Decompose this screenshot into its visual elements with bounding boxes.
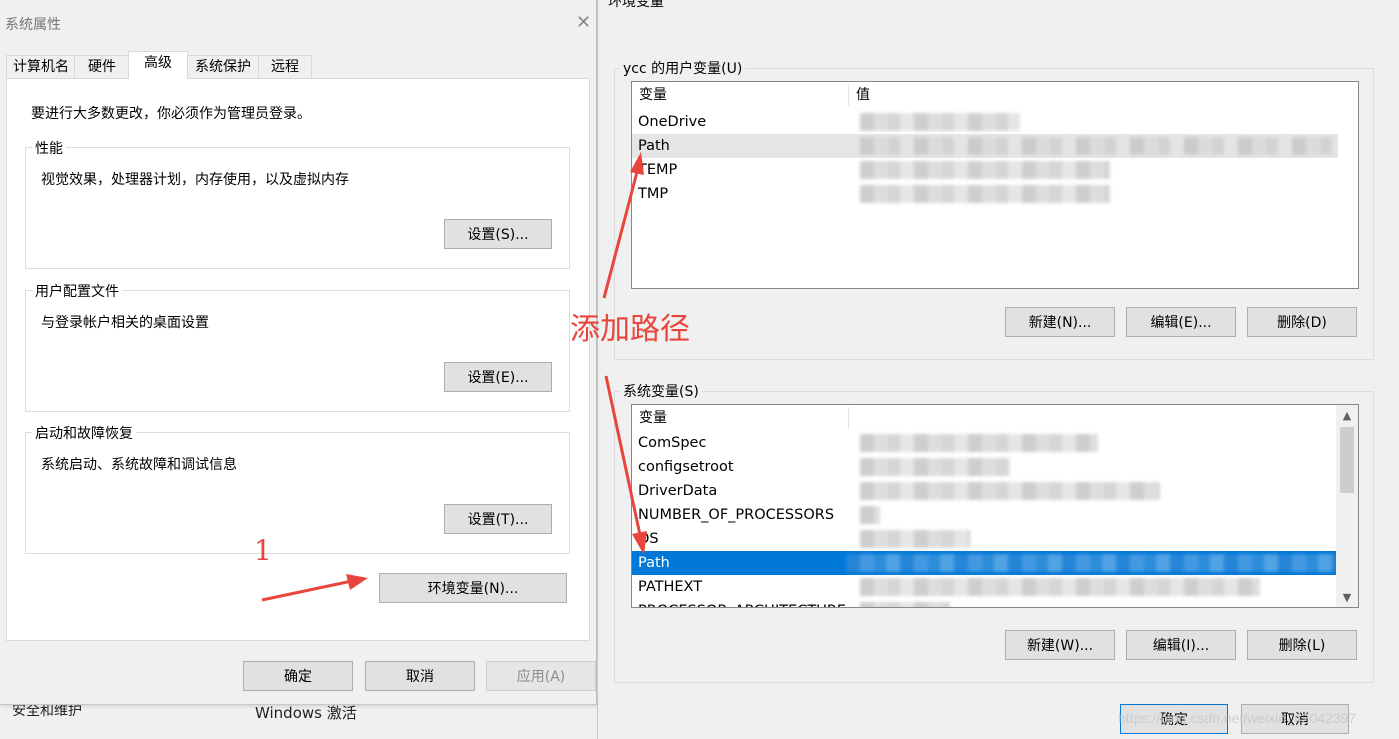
user-variables-legend: ycc 的用户变量(U) — [620, 58, 746, 78]
variable-name: Path — [638, 138, 670, 154]
system-variables-list[interactable]: 变量 ComSpec configsetroot DriverData NUMB… — [631, 404, 1359, 608]
column-divider — [848, 407, 849, 429]
tab-remote[interactable]: 远程 — [258, 55, 312, 78]
system-variables-legend: 系统变量(S) — [620, 381, 702, 401]
annotation-callout-text: 添加路径 — [570, 312, 690, 347]
list-item[interactable]: OneDrive — [632, 110, 1338, 134]
admin-note: 要进行大多数更改，你必须作为管理员登录。 — [31, 106, 311, 122]
variable-name: ComSpec — [638, 435, 707, 451]
scroll-thumb[interactable] — [1340, 427, 1354, 493]
user-profiles-settings-button[interactable]: 设置(E)... — [444, 362, 552, 392]
variable-name: Path — [638, 555, 670, 571]
redacted-value — [860, 482, 1160, 500]
scroll-up-icon[interactable]: ▲ — [1336, 407, 1358, 425]
watermark-text: https://blog.csdn.net/weixin_42042397 — [1118, 710, 1357, 726]
redacted-value — [860, 434, 1098, 452]
annotation-step-number: 1 — [254, 534, 272, 567]
list-header: 变量 值 — [632, 82, 1338, 108]
background-activation-title: Windows 激活 — [255, 704, 357, 722]
redacted-value — [860, 113, 1020, 131]
user-new-button[interactable]: 新建(N)... — [1005, 307, 1115, 337]
column-header-variable[interactable]: 变量 — [639, 82, 667, 108]
system-new-button[interactable]: 新建(W)... — [1005, 630, 1115, 660]
performance-settings-button[interactable]: 设置(S)... — [444, 219, 552, 249]
close-icon[interactable]: ✕ — [576, 12, 591, 33]
system-variables-group: 系统变量(S) 变量 ComSpec configsetroot DriverD… — [614, 381, 1374, 683]
redacted-value — [860, 602, 950, 607]
list-header: 变量 — [632, 405, 1336, 431]
tab-computer-name[interactable]: 计算机名 — [6, 55, 76, 78]
redacted-value — [860, 578, 1260, 596]
list-item[interactable]: TMP — [632, 182, 1338, 206]
startup-recovery-settings-button[interactable]: 设置(T)... — [444, 504, 552, 534]
variable-name: configsetroot — [638, 459, 734, 475]
startup-recovery-description: 系统启动、系统故障和调试信息 — [41, 457, 237, 473]
startup-recovery-title: 启动和故障恢复 — [32, 423, 136, 443]
variable-name: DriverData — [638, 483, 718, 499]
list-item[interactable]: Path — [632, 134, 1338, 158]
redacted-value — [846, 554, 1336, 572]
system-properties-dialog: 系统属性 ✕ 计算机名 硬件 高级 系统保护 远程 要进行大多数更改，你必须作为… — [0, 0, 597, 705]
redacted-value — [860, 137, 1336, 155]
dialog-title: 环境变量 — [608, 0, 664, 10]
list-item[interactable]: ComSpec — [632, 431, 1336, 455]
tab-system-protection[interactable]: 系统保护 — [186, 55, 260, 78]
system-delete-button[interactable]: 删除(L) — [1247, 630, 1357, 660]
list-item[interactable]: OS — [632, 527, 1336, 551]
redacted-value — [860, 185, 1110, 203]
cancel-button[interactable]: 取消 — [365, 661, 475, 691]
list-item[interactable]: PATHEXT — [632, 575, 1336, 599]
list-item[interactable]: configsetroot — [632, 455, 1336, 479]
user-profiles-group: 用户配置文件 与登录帐户相关的桌面设置 设置(E)... — [25, 281, 570, 412]
user-delete-button[interactable]: 删除(D) — [1247, 307, 1357, 337]
redacted-value — [860, 161, 1110, 179]
user-profiles-description: 与登录帐户相关的桌面设置 — [41, 315, 209, 331]
user-edit-button[interactable]: 编辑(E)... — [1126, 307, 1236, 337]
tab-advanced[interactable]: 高级 — [128, 51, 188, 79]
ok-button[interactable]: 确定 — [243, 661, 353, 691]
advanced-tab-panel: 要进行大多数更改，你必须作为管理员登录。 性能 视觉效果，处理器计划，内存使用，… — [6, 78, 590, 641]
performance-title: 性能 — [32, 138, 66, 158]
column-header-value: 值 — [856, 87, 870, 103]
startup-recovery-group: 启动和故障恢复 系统启动、系统故障和调试信息 设置(T)... — [25, 423, 570, 554]
apply-button[interactable]: 应用(A) — [486, 661, 596, 691]
scroll-down-icon[interactable]: ▼ — [1336, 589, 1358, 607]
list-item[interactable]: NUMBER_OF_PROCESSORS — [632, 503, 1336, 527]
variable-name: NUMBER_OF_PROCESSORS — [638, 507, 835, 523]
redacted-value — [860, 458, 1010, 476]
variable-name: OneDrive — [638, 114, 707, 130]
list-item-selected[interactable]: Path — [632, 551, 1336, 575]
environment-variables-button[interactable]: 环境变量(N)... — [379, 573, 567, 603]
variable-name: PATHEXT — [638, 579, 703, 595]
list-item[interactable]: TEMP — [632, 158, 1338, 182]
environment-variables-dialog: 环境变量 ycc 的用户变量(U) 变量 值 OneDrive Path TEM… — [597, 0, 1399, 739]
user-profiles-title: 用户配置文件 — [32, 281, 122, 301]
system-edit-button[interactable]: 编辑(I)... — [1126, 630, 1236, 660]
list-item[interactable]: PROCESSOR_ARCHITECTURE — [632, 599, 1336, 607]
column-divider — [848, 84, 849, 106]
variable-name: PROCESSOR_ARCHITECTURE — [638, 599, 846, 607]
variable-name: OS — [638, 531, 659, 547]
redacted-value — [860, 506, 880, 524]
tab-hardware[interactable]: 硬件 — [74, 55, 130, 78]
user-variables-group: ycc 的用户变量(U) 变量 值 OneDrive Path TEMP TMP — [614, 58, 1374, 360]
variable-name: TMP — [638, 186, 669, 202]
variable-name: TEMP — [638, 162, 678, 178]
dialog-title: 系统属性 — [5, 17, 61, 33]
user-variables-list[interactable]: 变量 值 OneDrive Path TEMP TMP — [631, 81, 1359, 289]
vertical-scrollbar[interactable]: ▲ ▼ — [1336, 405, 1358, 607]
column-header-variable[interactable]: 变量 — [639, 405, 667, 431]
list-item[interactable]: DriverData — [632, 479, 1336, 503]
redacted-value — [860, 530, 970, 548]
performance-description: 视觉效果，处理器计划，内存使用，以及虚拟内存 — [41, 172, 349, 188]
performance-group: 性能 视觉效果，处理器计划，内存使用，以及虚拟内存 设置(S)... — [25, 138, 570, 269]
